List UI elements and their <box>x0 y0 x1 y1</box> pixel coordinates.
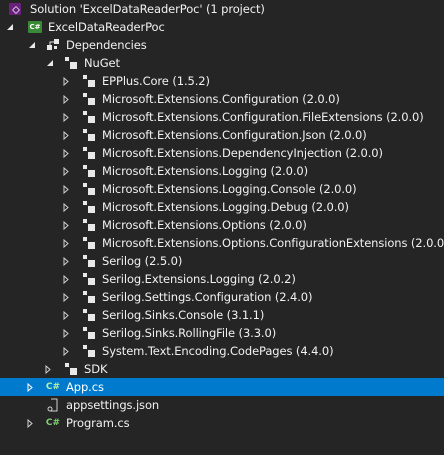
package-label: EPPlus.Core (1.5.2) <box>102 74 210 88</box>
package-label: Serilog.Sinks.Console (3.1.1) <box>102 308 265 322</box>
package-label: Microsoft.Extensions.Configuration (2.0.… <box>102 92 340 106</box>
expand-arrow-icon[interactable] <box>46 58 54 68</box>
app-cs-label: App.cs <box>66 380 104 394</box>
package-icon <box>82 74 96 88</box>
package-icon <box>82 236 96 250</box>
tree-node-package[interactable]: Microsoft.Extensions.Configuration (2.0.… <box>0 90 444 108</box>
tree-node-package[interactable]: Serilog.Sinks.RollingFile (3.3.0) <box>0 324 444 342</box>
program-cs-label: Program.cs <box>66 416 130 430</box>
dependencies-label: Dependencies <box>66 38 147 52</box>
tree-node-package[interactable]: Microsoft.Extensions.Configuration.Json … <box>0 126 444 144</box>
collapsed-arrow-icon[interactable] <box>62 130 70 140</box>
tree-node-project[interactable]: C# ExcelDataReaderPoc <box>0 18 444 36</box>
solution-explorer-tree: Solution 'ExcelDataReaderPoc' (1 project… <box>0 0 444 455</box>
collapsed-arrow-icon[interactable] <box>62 94 70 104</box>
solution-label: Solution 'ExcelDataReaderPoc' (1 project… <box>30 2 265 16</box>
nuget-icon <box>64 56 78 70</box>
nuget-label: NuGet <box>84 56 120 70</box>
package-label: Microsoft.Extensions.Configuration.FileE… <box>102 110 424 124</box>
package-label: System.Text.Encoding.CodePages (4.4.0) <box>102 344 334 358</box>
collapsed-arrow-icon[interactable] <box>62 256 70 266</box>
collapsed-arrow-icon[interactable] <box>62 112 70 122</box>
package-label: Microsoft.Extensions.Logging.Console (2.… <box>102 182 357 196</box>
tree-node-package[interactable]: Serilog.Extensions.Logging (2.0.2) <box>0 270 444 288</box>
collapsed-arrow-icon[interactable] <box>44 364 52 374</box>
package-icon <box>82 254 96 268</box>
collapsed-arrow-icon[interactable] <box>62 76 70 86</box>
tree-node-package[interactable]: Microsoft.Extensions.DependencyInjection… <box>0 144 444 162</box>
solution-icon <box>8 2 22 16</box>
package-icon <box>82 272 96 286</box>
collapsed-arrow-icon[interactable] <box>62 148 70 158</box>
package-icon <box>82 344 96 358</box>
json-file-icon <box>46 398 60 412</box>
csharp-file-icon: C# <box>45 382 61 392</box>
tree-node-package[interactable]: Serilog (2.5.0) <box>0 252 444 270</box>
tree-node-package[interactable]: Serilog.Settings.Configuration (2.4.0) <box>0 288 444 306</box>
package-icon <box>82 308 96 322</box>
package-label: Microsoft.Extensions.DependencyInjection… <box>102 146 383 160</box>
package-label: Microsoft.Extensions.Configuration.Json … <box>102 128 367 142</box>
tree-node-appsettings-json[interactable]: appsettings.json <box>0 396 444 414</box>
tree-node-package[interactable]: System.Text.Encoding.CodePages (4.4.0) <box>0 342 444 360</box>
collapsed-arrow-icon[interactable] <box>62 292 70 302</box>
package-icon <box>82 164 96 178</box>
package-icon <box>82 92 96 106</box>
package-label: Serilog.Settings.Configuration (2.4.0) <box>102 290 313 304</box>
expand-arrow-icon[interactable] <box>28 40 36 50</box>
tree-node-nuget[interactable]: NuGet <box>0 54 444 72</box>
package-icon <box>82 146 96 160</box>
sdk-icon <box>64 362 78 376</box>
package-icon <box>82 182 96 196</box>
tree-node-package[interactable]: Microsoft.Extensions.Options.Configurati… <box>0 234 444 252</box>
tree-node-solution[interactable]: Solution 'ExcelDataReaderPoc' (1 project… <box>0 0 444 18</box>
package-icon <box>82 110 96 124</box>
collapsed-arrow-icon[interactable] <box>26 382 34 392</box>
package-icon <box>82 290 96 304</box>
package-label: Serilog.Extensions.Logging (2.0.2) <box>102 272 296 286</box>
package-label: Microsoft.Extensions.Logging (2.0.0) <box>102 164 309 178</box>
package-label: Serilog.Sinks.RollingFile (3.3.0) <box>102 326 277 340</box>
package-label: Microsoft.Extensions.Logging.Debug (2.0.… <box>102 200 349 214</box>
package-icon <box>82 200 96 214</box>
appsettings-json-label: appsettings.json <box>66 398 160 412</box>
project-label: ExcelDataReaderPoc <box>48 20 165 34</box>
tree-node-package[interactable]: Microsoft.Extensions.Logging.Debug (2.0.… <box>0 198 444 216</box>
package-icon <box>82 326 96 340</box>
collapsed-arrow-icon[interactable] <box>26 418 34 428</box>
csharp-file-icon: C# <box>45 418 61 428</box>
collapsed-arrow-icon[interactable] <box>62 184 70 194</box>
tree-node-program-cs[interactable]: C# Program.cs <box>0 414 444 432</box>
collapsed-arrow-icon[interactable] <box>62 310 70 320</box>
collapsed-arrow-icon[interactable] <box>62 274 70 284</box>
collapsed-arrow-icon[interactable] <box>62 346 70 356</box>
package-icon <box>82 218 96 232</box>
csharp-project-icon: C# <box>28 21 42 33</box>
tree-node-package[interactable]: Microsoft.Extensions.Configuration.FileE… <box>0 108 444 126</box>
tree-node-sdk[interactable]: SDK <box>0 360 444 378</box>
collapsed-arrow-icon[interactable] <box>62 328 70 338</box>
sdk-label: SDK <box>84 362 108 376</box>
collapsed-arrow-icon[interactable] <box>62 166 70 176</box>
collapsed-arrow-icon[interactable] <box>62 220 70 230</box>
package-label: Microsoft.Extensions.Options.Configurati… <box>102 236 444 250</box>
tree-node-app-cs[interactable]: C# App.cs <box>0 378 444 396</box>
expand-arrow-icon[interactable] <box>6 22 14 32</box>
collapsed-arrow-icon[interactable] <box>62 238 70 248</box>
tree-node-dependencies[interactable]: Dependencies <box>0 36 444 54</box>
tree-node-package[interactable]: EPPlus.Core (1.5.2) <box>0 72 444 90</box>
tree-node-package[interactable]: Microsoft.Extensions.Logging.Console (2.… <box>0 180 444 198</box>
collapsed-arrow-icon[interactable] <box>62 202 70 212</box>
package-icon <box>82 128 96 142</box>
package-label: Microsoft.Extensions.Options (2.0.0) <box>102 218 307 232</box>
tree-node-package[interactable]: Microsoft.Extensions.Options (2.0.0) <box>0 216 444 234</box>
package-label: Serilog (2.5.0) <box>102 254 183 268</box>
dependencies-icon <box>46 38 60 52</box>
tree-node-package[interactable]: Microsoft.Extensions.Logging (2.0.0) <box>0 162 444 180</box>
tree-node-package[interactable]: Serilog.Sinks.Console (3.1.1) <box>0 306 444 324</box>
